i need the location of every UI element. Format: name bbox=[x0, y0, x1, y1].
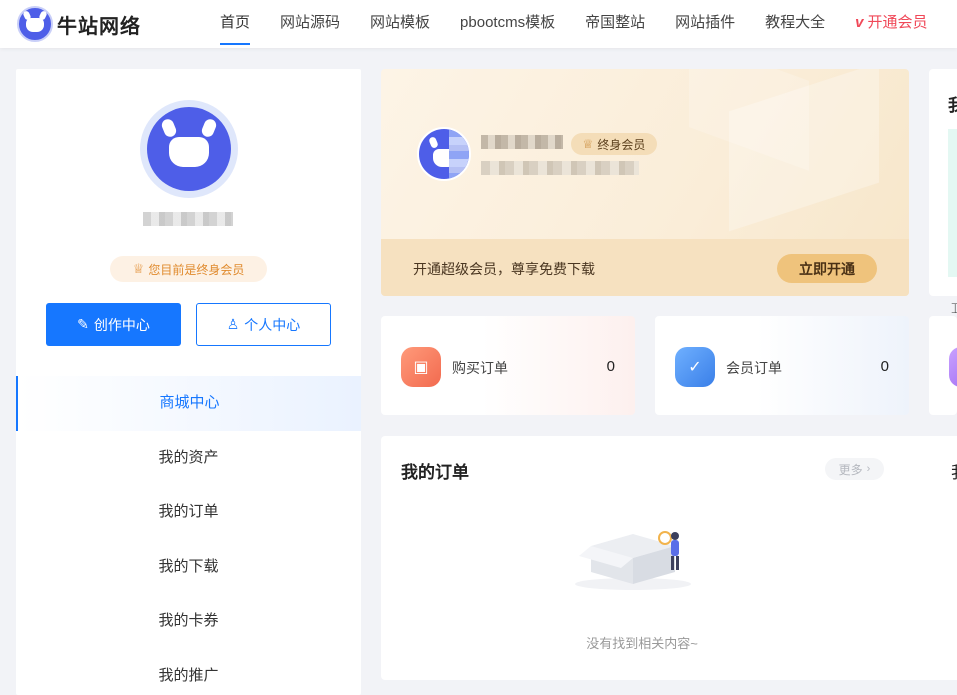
blurred-username bbox=[143, 212, 233, 226]
stat-value: 0 bbox=[880, 358, 889, 375]
right-panel-content bbox=[948, 129, 957, 277]
nav-empire-sites[interactable]: 帝国整站 bbox=[570, 0, 660, 48]
my-orders-panel: 我的订单 更多 › 我 没有找到相关内容~ bbox=[381, 436, 957, 680]
user-icon: ♙ bbox=[226, 316, 240, 332]
nav-pbootcms-templates[interactable]: pbootcms模板 bbox=[445, 0, 570, 48]
nav-vip-signup[interactable]: v 开通会员 bbox=[840, 0, 942, 48]
bull-avatar-icon bbox=[147, 107, 231, 191]
site-logo[interactable]: 牛站网络 bbox=[17, 6, 141, 42]
create-center-button[interactable]: ✎ 创作中心 bbox=[46, 303, 181, 346]
activate-now-button[interactable]: 立即开通 bbox=[777, 254, 877, 283]
stat-label: 购买订单 bbox=[452, 360, 508, 376]
member-status-text: 您目前是终身会员 bbox=[148, 262, 245, 277]
vip-icon: v bbox=[855, 14, 864, 31]
check-list-icon: ✓ bbox=[675, 347, 715, 387]
sidebar-item-shop-center[interactable]: 商城中心 bbox=[16, 376, 361, 431]
member-orders-card[interactable]: ✓ 会员订单 0 bbox=[655, 316, 909, 415]
bull-avatar-icon bbox=[417, 127, 471, 181]
vip-promo-bar: 开通超级会员，尊享免费下载 立即开通 bbox=[381, 239, 909, 296]
bull-logo-icon bbox=[17, 6, 53, 42]
sidebar-menu: 商城中心 我的资产 我的订单 我的下载 我的卡券 我的推广 bbox=[16, 376, 361, 695]
sidebar-item-my-orders[interactable]: 我的订单 bbox=[16, 485, 361, 540]
right-panel-partial: 我 bbox=[929, 69, 957, 296]
chevron-right-icon: › bbox=[866, 463, 871, 475]
purchase-orders-card[interactable]: ▣ 购买订单 0 bbox=[381, 316, 635, 415]
main-nav: 首页 网站源码 网站模板 pbootcms模板 帝国整站 网站插件 教程大全 v… bbox=[205, 0, 943, 48]
stat-value: 0 bbox=[606, 358, 615, 375]
more-button[interactable]: 更多 › bbox=[825, 458, 884, 480]
nav-home[interactable]: 首页 bbox=[205, 0, 265, 48]
empty-box-illustration bbox=[575, 531, 691, 590]
crown-icon: ♕ bbox=[582, 137, 594, 151]
gift-icon: ▣ bbox=[401, 347, 441, 387]
personal-center-label: 个人中心 bbox=[244, 316, 301, 333]
edit-icon: ✎ bbox=[77, 316, 89, 332]
nav-site-plugins[interactable]: 网站插件 bbox=[660, 0, 750, 48]
top-header: 牛站网络 首页 网站源码 网站模板 pbootcms模板 帝国整站 网站插件 教… bbox=[0, 0, 957, 48]
nav-site-source[interactable]: 网站源码 bbox=[265, 0, 355, 48]
blurred-user-info bbox=[481, 161, 639, 175]
empty-state-text: 没有找到相关内容~ bbox=[586, 636, 698, 651]
mouse-cursor-icon: ⌶ bbox=[951, 300, 957, 316]
personal-center-button[interactable]: ♙ 个人中心 bbox=[196, 303, 331, 346]
sidebar-item-my-coupons[interactable]: 我的卡券 bbox=[16, 594, 361, 649]
nav-tutorials[interactable]: 教程大全 bbox=[750, 0, 840, 48]
logo-text: 牛站网络 bbox=[57, 15, 141, 38]
blurred-username bbox=[481, 135, 563, 149]
lifetime-member-label: 终身会员 bbox=[597, 137, 646, 152]
right-panel-title: 我 bbox=[948, 96, 957, 115]
crown-icon: ♕ bbox=[132, 261, 145, 276]
sidebar-item-my-promotion[interactable]: 我的推广 bbox=[16, 649, 361, 695]
create-center-label: 创作中心 bbox=[93, 316, 150, 333]
orders-title-partial: 我 bbox=[951, 458, 957, 483]
sidebar-item-my-downloads[interactable]: 我的下载 bbox=[16, 540, 361, 595]
vip-promo-text: 开通超级会员，尊享免费下载 bbox=[413, 261, 595, 277]
lifetime-member-badge: ♕ 终身会员 bbox=[571, 133, 657, 155]
vip-signup-label: 开通会员 bbox=[867, 14, 928, 31]
more-label: 更多 bbox=[838, 462, 863, 477]
member-status-badge: ♕ 您目前是终身会员 bbox=[110, 256, 267, 282]
stat-icon-partial bbox=[949, 347, 957, 387]
stat-label: 会员订单 bbox=[726, 360, 782, 376]
profile-sidebar: ♕ 您目前是终身会员 ✎ 创作中心 ♙ 个人中心 商城中心 我的资产 我的订单 … bbox=[16, 69, 361, 695]
avatar[interactable] bbox=[140, 100, 238, 198]
vip-member-card: ♕ 终身会员 开通超级会员，尊享免费下载 立即开通 bbox=[381, 69, 909, 296]
sidebar-item-my-assets[interactable]: 我的资产 bbox=[16, 431, 361, 486]
nav-site-templates[interactable]: 网站模板 bbox=[355, 0, 445, 48]
orders-title: 我的订单 bbox=[401, 463, 469, 482]
stat-card-partial[interactable] bbox=[929, 316, 957, 415]
